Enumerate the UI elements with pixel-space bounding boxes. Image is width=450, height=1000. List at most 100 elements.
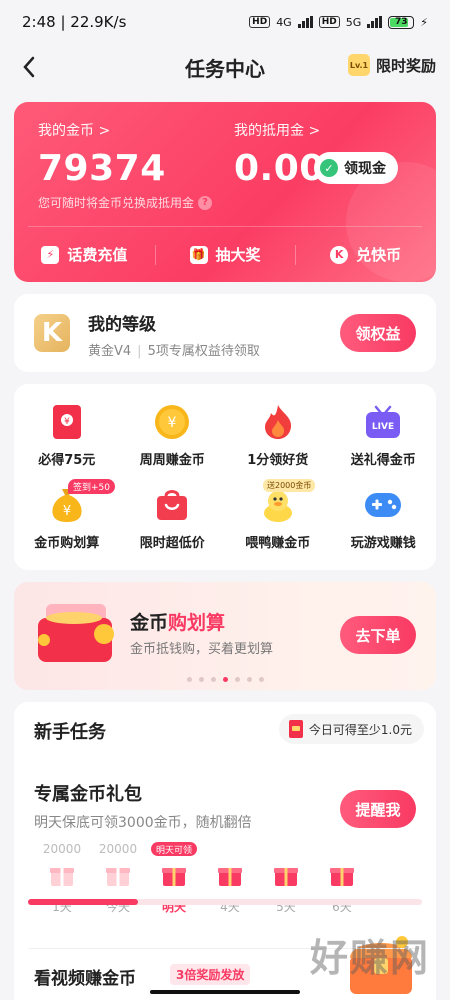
grid-label: 喂鸭赚金币 <box>245 536 311 551</box>
red-envelope-icon: ¥ <box>48 403 86 441</box>
watermark-logo: 好赚网 <box>309 936 430 980</box>
coin-hint: 您可随时将金币兑换成抵用金 ? <box>38 194 213 211</box>
lottery-button[interactable]: 🎁 抽大奖 <box>154 227 296 282</box>
banner-title-a: 金币 <box>130 612 169 634</box>
level-benefits: 5项专属权益待领取 <box>147 344 260 359</box>
level-grade: 黄金V4 <box>88 344 132 359</box>
charging-icon: ⚡ <box>420 15 428 29</box>
svg-text:¥: ¥ <box>64 417 70 427</box>
gift-pack-subtitle: 明天保底可领3000金币，随机翻倍 <box>34 815 252 831</box>
banner-title-b: 购划算 <box>168 612 226 634</box>
k-coin-icon: K <box>330 245 349 264</box>
grid-item-flash-sale[interactable]: 限时超低价 <box>120 477 226 560</box>
gift-icon: 🎁 <box>189 245 208 264</box>
navbar: 任务中心 Lv.1 限时奖励 <box>0 44 450 90</box>
svg-text:¥: ¥ <box>168 415 177 431</box>
claim-benefits-button[interactable]: 领权益 <box>340 314 416 352</box>
coin-icon: ¥ <box>153 403 191 441</box>
gamepad-icon <box>364 486 402 524</box>
grid-label: 玩游戏赚钱 <box>350 536 416 551</box>
level-logo-icon: K <box>34 314 70 352</box>
battery-icon: 73 <box>388 15 415 29</box>
carousel-dot[interactable] <box>186 677 192 682</box>
grid-label: 周周赚金币 <box>139 453 205 468</box>
grid-item-coin-deals[interactable]: 签到+50 ¥ 金币购划算 <box>14 477 120 560</box>
grid-item-play-games[interactable]: 玩游戏赚钱 <box>331 477 437 560</box>
remind-me-button[interactable]: 提醒我 <box>340 790 416 828</box>
bonus-coins-badge: 送2000金币 <box>263 479 316 492</box>
promo-banner[interactable]: 金币购划算 金币抵钱购，买着更划算 去下单 <box>14 582 436 690</box>
grid-item-guaranteed-75[interactable]: ¥ 必得75元 <box>14 394 120 477</box>
phone-recharge-label: 话费充值 <box>67 246 128 264</box>
today-tip-text: 今日可得至少1.0元 <box>308 722 412 737</box>
today-earnings-tip[interactable]: 今日可得至少1.0元 <box>278 714 424 744</box>
lottery-label: 抽大奖 <box>215 246 261 264</box>
shopping-bag-icon <box>153 486 191 524</box>
gift-box-icon <box>218 868 242 886</box>
my-deduction[interactable]: 我的抵用金 > 0.00 <box>234 120 325 189</box>
carousel-dot[interactable] <box>210 677 216 682</box>
network-4g-label: 4G <box>276 15 292 29</box>
tomorrow-tag: 明天可领 <box>150 842 197 856</box>
grid-item-feed-duck[interactable]: 送2000金币 喂鸭赚金币 <box>225 477 331 560</box>
coin-actions: ⚡ 话费充值 🎁 抽大奖 K 兑快币 <box>14 227 436 282</box>
my-coins[interactable]: 我的金币 > 79374 <box>38 120 166 189</box>
grid-item-1-cent-goods[interactable]: 1分领好货 <box>225 394 331 477</box>
exchange-kcoin-button[interactable]: K 兑快币 <box>295 227 436 282</box>
my-coins-value: 79374 <box>38 148 166 189</box>
phone-recharge-button[interactable]: ⚡ 话费充值 <box>14 227 155 282</box>
signal-icon <box>297 16 313 28</box>
grid-label: 必得75元 <box>38 453 96 468</box>
banner-title: 金币购划算 <box>130 608 225 635</box>
grid-item-weekly-coins[interactable]: ¥ 周周赚金币 <box>120 394 226 477</box>
day-amount: 20000 <box>42 842 82 856</box>
gift-box-icon <box>50 868 74 886</box>
carousel-dot[interactable] <box>258 677 264 682</box>
deduction-value: 0.00 <box>234 148 325 189</box>
limited-reward-button[interactable]: Lv.1 限时奖励 <box>347 54 436 76</box>
reward-label: 限时奖励 <box>375 56 436 75</box>
level-card[interactable]: K 我的等级 黄金V4 | 5项专属权益待领取 领权益 <box>14 294 436 372</box>
grid-label: 限时超低价 <box>139 536 205 551</box>
day-amount: 20000 <box>98 842 138 856</box>
carousel-dot[interactable] <box>246 677 252 682</box>
deduction-label: 我的抵用金 > <box>234 123 321 139</box>
coin-hint-text: 您可随时将金币兑换成抵用金 <box>38 196 195 210</box>
signal-icon-2 <box>367 16 383 28</box>
check-icon: ✓ <box>320 159 338 177</box>
place-order-button[interactable]: 去下单 <box>340 616 416 654</box>
carousel-dot[interactable] <box>198 677 204 682</box>
help-icon[interactable]: ? <box>198 195 213 210</box>
gift-box-icon <box>162 868 186 886</box>
checkin-progress-track <box>28 899 422 905</box>
my-coins-label: 我的金币 > <box>38 123 111 139</box>
home-indicator[interactable] <box>150 990 300 994</box>
hd-icon-2: HD <box>318 16 340 28</box>
back-icon[interactable] <box>14 52 44 82</box>
watch-video-title[interactable]: 看视频赚金币 <box>34 964 136 989</box>
gift-box-icon <box>330 868 354 886</box>
grid-label: 1分领好货 <box>247 453 309 468</box>
gift-box-icon <box>106 868 130 886</box>
triple-reward-badge: 3倍奖励发放 <box>170 964 251 985</box>
envelope-icon <box>288 720 303 738</box>
svg-text:¥: ¥ <box>63 504 71 519</box>
level-subtitle: 黄金V4 | 5项专属权益待领取 <box>88 344 260 359</box>
lightning-icon: ⚡ <box>41 245 60 264</box>
carousel-dot[interactable] <box>222 677 228 682</box>
status-icons: HD 4G HD 5G 73 ⚡ <box>249 15 428 29</box>
checkin-progress-fill <box>28 899 139 905</box>
exchange-kcoin-label: 兑快币 <box>356 246 402 264</box>
level-badge-icon: Lv.1 <box>347 54 370 76</box>
banner-subtitle: 金币抵钱购，买着更划算 <box>130 642 274 657</box>
get-cash-button[interactable]: ✓ 领现金 <box>314 152 398 184</box>
checkin-days: 20000 1天 20000 今天 明天可领 明天 4天 5天 6天 <box>24 842 426 922</box>
status-time: 2:48 | 22.9K/s <box>22 13 127 31</box>
svg-text:LIVE: LIVE <box>372 422 394 432</box>
carousel-dots <box>14 677 436 682</box>
carousel-dot[interactable] <box>234 677 240 682</box>
grid-item-gift-coins[interactable]: LIVE 送礼得金币 <box>331 394 437 477</box>
tasks-heading: 新手任务 <box>34 722 106 743</box>
hd-icon: HD <box>249 16 271 28</box>
status-bar: 2:48 | 22.9K/s HD 4G HD 5G 73 ⚡ <box>0 0 450 44</box>
